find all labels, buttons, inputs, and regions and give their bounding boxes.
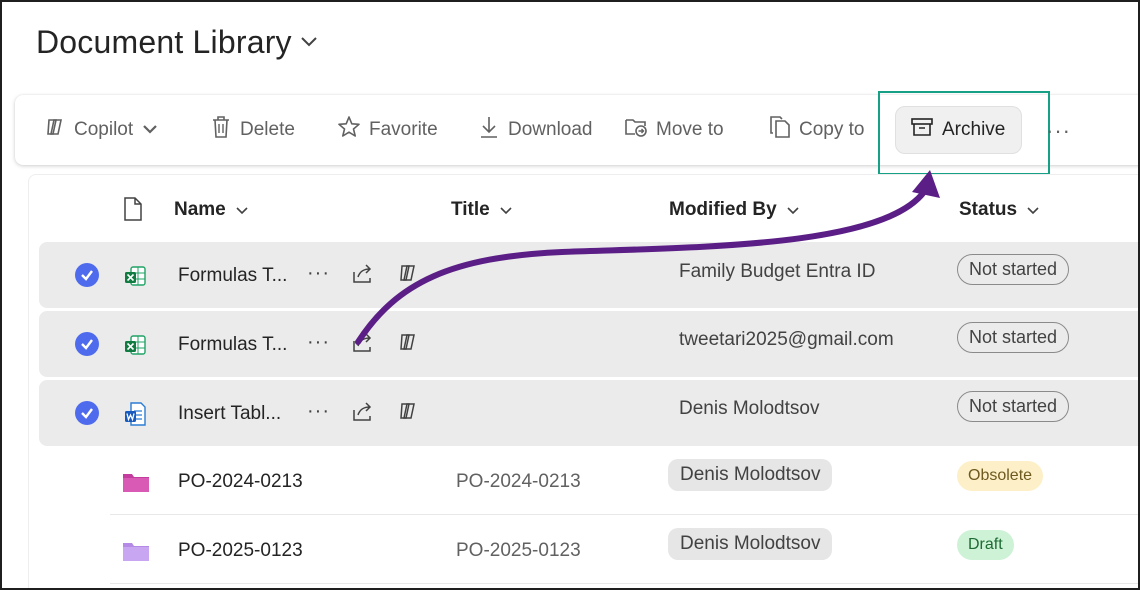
column-name-label: Name: [174, 199, 226, 220]
copy-icon: [769, 115, 791, 145]
table-row[interactable]: PO-2024-0213 PO-2024-0213 Denis Molodtso…: [110, 449, 1138, 515]
row-more-button[interactable]: ···: [307, 331, 330, 354]
document-icon[interactable]: [123, 197, 143, 221]
page-title-text: Document Library: [36, 24, 292, 60]
excel-icon: [123, 333, 147, 362]
column-header-modified-by[interactable]: Modified By: [669, 199, 799, 221]
copy-to-label: Copy to: [799, 119, 865, 140]
word-icon: [123, 401, 147, 432]
chevron-down-icon: [500, 199, 512, 221]
column-title-label: Title: [451, 199, 490, 220]
copilot-icon: [44, 116, 66, 144]
excel-icon: [123, 264, 147, 293]
move-to-button[interactable]: Move to: [624, 106, 724, 154]
download-icon: [478, 115, 500, 145]
chevron-down-icon: [236, 199, 248, 221]
status-badge[interactable]: Not started: [957, 391, 1070, 422]
checkmark-icon[interactable]: [75, 263, 99, 287]
title-cell: PO-2024-0213: [456, 471, 581, 492]
file-name[interactable]: Insert Tabl...: [178, 403, 281, 425]
file-name[interactable]: Formulas T...: [178, 334, 287, 356]
column-status-label: Status: [959, 199, 1018, 220]
file-name[interactable]: Formulas T...: [178, 265, 287, 287]
title-cell: PO-2025-0123: [456, 540, 581, 561]
column-modified-by-label: Modified By: [669, 199, 777, 220]
modified-by[interactable]: Denis Molodtsov: [679, 398, 819, 420]
list-header: Name Title Modified By Status: [29, 175, 1138, 243]
delete-label: Delete: [240, 119, 295, 140]
favorite-label: Favorite: [369, 119, 438, 140]
page-title[interactable]: Document Library: [36, 24, 318, 61]
trash-icon: [210, 115, 232, 145]
folder-icon: [122, 540, 150, 567]
folder-name[interactable]: PO-2025-0123: [178, 540, 303, 562]
archive-highlight-box: [878, 91, 1050, 175]
share-icon[interactable]: [351, 331, 375, 353]
copilot-icon[interactable]: [397, 400, 419, 422]
more-commands-button[interactable]: ···: [1046, 118, 1071, 144]
status-badge[interactable]: Not started: [957, 322, 1070, 353]
chevron-down-icon: [141, 119, 159, 141]
copy-to-button[interactable]: Copy to: [769, 106, 864, 154]
chevron-down-icon: [787, 199, 799, 221]
table-row[interactable]: Formulas T... ··· Family Budget Entra ID…: [39, 242, 1138, 308]
modified-by[interactable]: Family Budget Entra ID: [679, 261, 875, 283]
document-library-view: Document Library Copilot Delete Favorite…: [0, 0, 1140, 590]
status-badge[interactable]: Draft: [957, 530, 1014, 560]
copilot-icon[interactable]: [397, 331, 419, 353]
modified-by[interactable]: Denis Molodtsov: [668, 459, 833, 491]
row-more-button[interactable]: ···: [307, 400, 330, 423]
column-header-name[interactable]: Name: [174, 199, 248, 221]
table-row[interactable]: PO-2025-0123 PO-2025-0123 Denis Molodtso…: [110, 518, 1138, 584]
checkmark-icon[interactable]: [75, 332, 99, 356]
copilot-label: Copilot: [74, 119, 134, 140]
status-badge[interactable]: Not started: [957, 254, 1070, 285]
move-to-label: Move to: [656, 119, 724, 140]
move-to-icon: [624, 116, 648, 144]
star-icon: [337, 115, 361, 145]
table-row[interactable]: Insert Tabl... ··· Denis Molodtsov Not s…: [39, 380, 1138, 446]
delete-button[interactable]: Delete: [210, 106, 295, 154]
checkmark-icon[interactable]: [75, 401, 99, 425]
row-more-button[interactable]: ···: [307, 262, 330, 285]
column-header-title[interactable]: Title: [451, 199, 512, 221]
chevron-down-icon: [1027, 199, 1039, 221]
status-badge[interactable]: Obsolete: [957, 461, 1044, 491]
favorite-button[interactable]: Favorite: [337, 106, 438, 154]
chevron-down-icon: [300, 34, 318, 52]
copilot-icon[interactable]: [397, 262, 419, 284]
download-button[interactable]: Download: [478, 106, 593, 154]
column-header-status[interactable]: Status: [959, 199, 1039, 221]
copilot-button[interactable]: Copilot: [44, 106, 159, 154]
table-row[interactable]: Formulas T... ··· tweetari2025@gmail.com…: [39, 311, 1138, 377]
share-icon[interactable]: [351, 400, 375, 422]
folder-icon: [122, 471, 150, 498]
modified-by[interactable]: Denis Molodtsov: [668, 528, 833, 560]
modified-by[interactable]: tweetari2025@gmail.com: [679, 329, 894, 351]
share-icon[interactable]: [351, 262, 375, 284]
download-label: Download: [508, 119, 593, 140]
folder-name[interactable]: PO-2024-0213: [178, 471, 303, 493]
